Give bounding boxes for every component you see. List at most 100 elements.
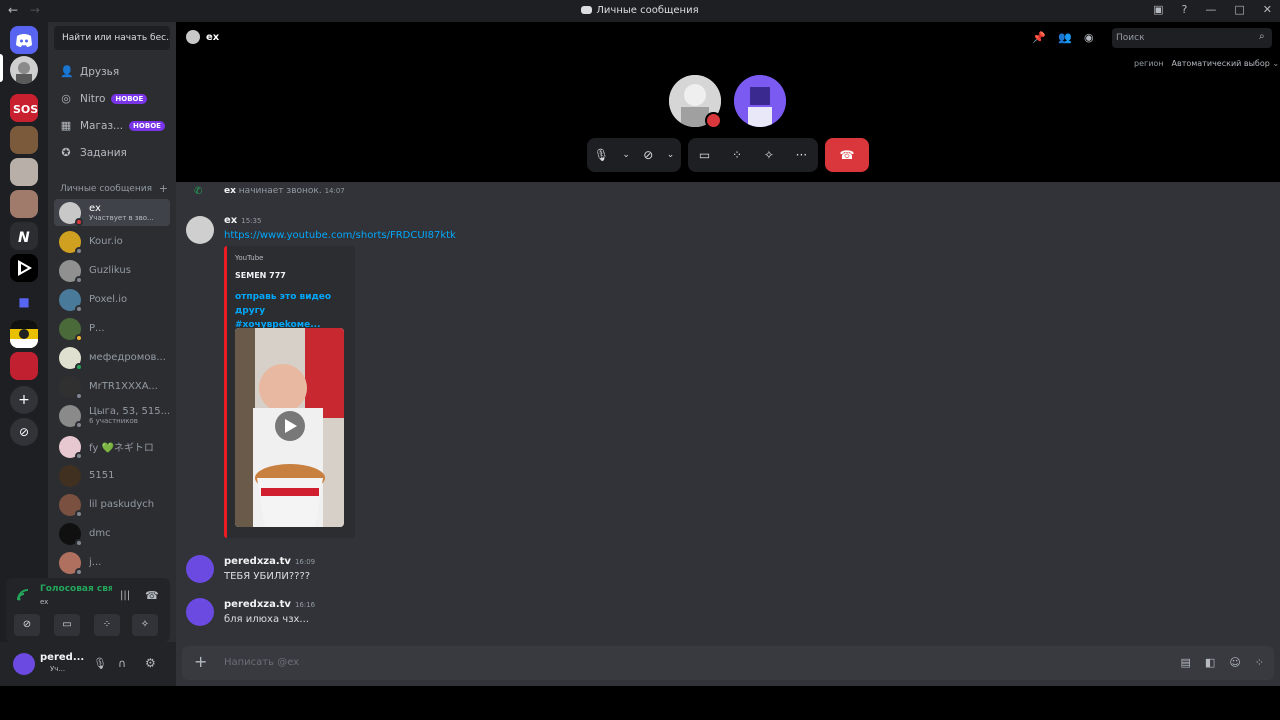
region-selector[interactable]: регион Автоматический выбор ⌄	[1134, 59, 1279, 68]
add-server-icon[interactable]: +	[10, 386, 38, 414]
disconnect-button[interactable]: ☎	[825, 138, 869, 172]
dm-name: lil paskudych	[89, 499, 155, 510]
server-arrow[interactable]	[10, 254, 38, 282]
dm-item[interactable]: j...	[54, 549, 170, 576]
server-avatar-4[interactable]	[10, 158, 38, 186]
embed-provider[interactable]: YouTube	[235, 254, 263, 262]
status-dot	[75, 451, 83, 460]
server-avatar-5[interactable]	[10, 190, 38, 218]
add-friends-icon[interactable]: 👥	[1058, 31, 1072, 44]
dm-item[interactable]: Цыга, 53, 515... 6 участников	[54, 402, 170, 429]
nav-shop[interactable]: ▦ Магаз... НОВОЕ	[54, 114, 170, 138]
dm-item[interactable]: ex Участвует в зво...	[54, 199, 170, 226]
embed-title[interactable]: отправь это видео другу #хочувреkoме...	[235, 290, 347, 332]
avatar[interactable]	[186, 598, 214, 626]
close-icon[interactable]: ✕	[1263, 3, 1272, 16]
avatar[interactable]	[186, 216, 214, 244]
message-composer[interactable]: + Написать @ex ▤ ◧ ☺ ⁘	[182, 646, 1274, 680]
message-input[interactable]: Написать @ex	[224, 657, 299, 668]
emoji-icon[interactable]: ☺	[1229, 656, 1240, 669]
chevron-down-icon[interactable]: ⌄	[667, 150, 675, 160]
soundboard-icon[interactable]: ✧	[764, 148, 774, 162]
screen-share-icon[interactable]: ▭	[699, 148, 710, 162]
dm-name: Р...	[89, 323, 105, 334]
dm-item[interactable]: dmc	[54, 520, 170, 547]
message-author[interactable]: ex 15:35	[224, 215, 261, 226]
inbox-icon[interactable]: ▣	[1153, 3, 1163, 16]
server-avatar-3[interactable]	[10, 126, 38, 154]
message-author[interactable]: peredxza.tv 16:09	[224, 556, 315, 567]
voice-status[interactable]: Голосовая связь	[40, 584, 112, 594]
server-avatar-1[interactable]	[10, 56, 38, 84]
search-input[interactable]: Поиск	[1112, 28, 1272, 48]
embed-author[interactable]: SEMEN 777	[235, 271, 286, 280]
avatar	[59, 551, 83, 576]
microphone-icon[interactable]: 🎙	[93, 657, 107, 670]
audio-controls: 🎙 ⌄ ⊘ ⌄	[587, 138, 681, 172]
message-author[interactable]: peredxza.tv 16:16	[224, 599, 315, 610]
activities-icon[interactable]: ⁘	[94, 614, 120, 636]
chevron-down-icon[interactable]: ⌄	[622, 150, 630, 160]
nav-quests[interactable]: ✪ Задания	[54, 141, 170, 165]
signal-icon[interactable]	[16, 588, 30, 605]
avatar[interactable]	[186, 555, 214, 583]
attach-plus-icon[interactable]: +	[194, 654, 207, 670]
server-sos[interactable]: SOS	[10, 94, 38, 122]
video-off-icon[interactable]: ⊘	[643, 148, 653, 162]
status-dot	[75, 362, 83, 371]
headphones-icon[interactable]: ∩	[118, 657, 126, 670]
dm-item[interactable]: 5151	[54, 462, 170, 489]
selected-pill	[0, 54, 3, 82]
more-icon[interactable]: ···	[796, 148, 807, 162]
dm-item[interactable]: Kour.io	[54, 228, 170, 255]
region-value: Автоматический выбор	[1171, 59, 1270, 68]
youtube-link[interactable]: https://www.youtube.com/shorts/FRDCUI87k…	[224, 230, 456, 241]
nav-quests-label: Задания	[80, 147, 127, 159]
main-area: ex 📌 👥 ◉ Поиск ⌕ регион Автоматический вы…	[176, 22, 1280, 686]
nav-nitro[interactable]: ◎ Nitro НОВОЕ	[54, 87, 170, 111]
call-panel: ex 📌 👥 ◉ Поиск ⌕ регион Автоматический вы…	[176, 22, 1280, 182]
video-off-icon[interactable]: ⊘	[14, 614, 40, 636]
help-icon[interactable]: ?	[1182, 3, 1188, 16]
sticker-icon[interactable]: ◧	[1205, 656, 1215, 669]
gif-icon[interactable]: ▤	[1181, 656, 1191, 669]
dm-item[interactable]: fy 💚ネギトロ	[54, 433, 170, 460]
maximize-icon[interactable]: □	[1234, 3, 1244, 16]
home-button[interactable]	[10, 26, 38, 54]
pin-icon[interactable]: 📌	[1032, 31, 1046, 44]
server-avatar-9[interactable]	[10, 352, 38, 380]
activities-icon[interactable]: ⁘	[732, 148, 742, 162]
apps-icon[interactable]: ⁘	[1255, 656, 1264, 669]
participant-avatar-self[interactable]	[734, 75, 786, 127]
dm-item[interactable]: MrTR1XXXA...	[54, 373, 170, 400]
dm-item[interactable]: Guzlikus	[54, 257, 170, 284]
video-thumbnail[interactable]	[235, 328, 344, 527]
taskbar-area	[0, 686, 1280, 720]
dm-name: 5151	[89, 470, 115, 481]
explore-icon[interactable]: ⊘	[10, 418, 38, 446]
dm-item[interactable]: Р...	[54, 315, 170, 342]
nitro-icon: ◎	[61, 92, 71, 105]
profile-icon[interactable]: ◉	[1084, 31, 1094, 44]
create-dm-button[interactable]: +	[159, 182, 168, 195]
avatar	[59, 346, 83, 371]
disconnect-icon[interactable]: ☎	[145, 589, 159, 602]
dm-item[interactable]: мефедромов...	[54, 344, 170, 371]
dm-item[interactable]: Poxel.io	[54, 286, 170, 313]
minimize-icon[interactable]: —	[1205, 3, 1216, 16]
screen-share-icon[interactable]: ▭	[54, 614, 80, 636]
server-n[interactable]: N	[10, 222, 38, 250]
soundboard-icon[interactable]: ✧	[132, 614, 158, 636]
folder-icon[interactable]: ■	[10, 288, 38, 316]
server-avatar-8[interactable]	[10, 320, 38, 348]
avatar[interactable]	[13, 653, 35, 675]
find-conversation-button[interactable]: Найти или начать бес...	[54, 26, 170, 50]
settings-gear-icon[interactable]: ⚙	[145, 656, 156, 670]
dm-item[interactable]: lil paskudych	[54, 491, 170, 518]
system-time: 14:07	[324, 187, 345, 195]
noise-suppression-icon[interactable]: |||	[120, 590, 130, 601]
nav-friends[interactable]: 👤 Друзья	[54, 60, 170, 84]
dm-header: Личные сообщения +	[60, 182, 168, 195]
microphone-icon[interactable]: 🎙	[594, 148, 609, 162]
region-label: регион	[1134, 59, 1164, 68]
